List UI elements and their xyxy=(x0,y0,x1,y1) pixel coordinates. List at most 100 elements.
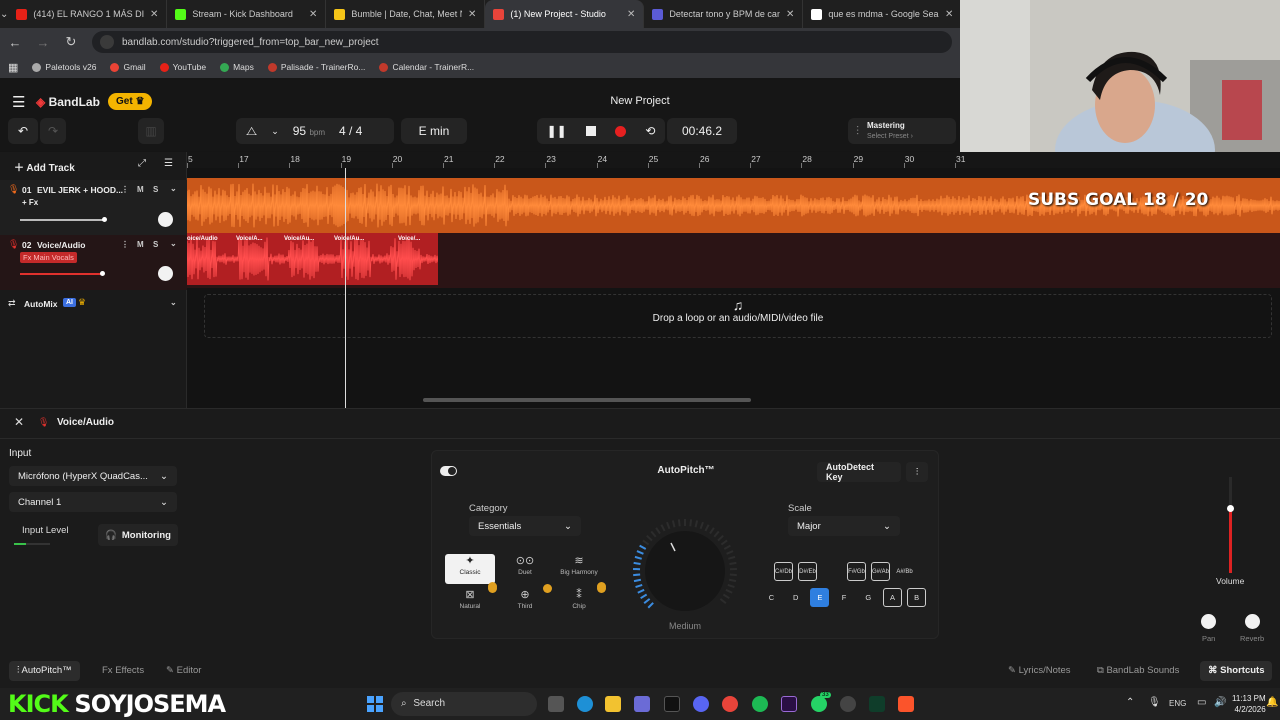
pan-knob[interactable] xyxy=(1201,614,1216,629)
scale-select[interactable]: Major ⌄ xyxy=(788,516,900,536)
spotify-icon[interactable] xyxy=(752,696,768,712)
stop-icon[interactable] xyxy=(585,126,596,136)
bookmark-maps[interactable]: Maps xyxy=(220,62,254,72)
notification-bell-icon[interactable]: 🔔 xyxy=(1266,697,1278,708)
browser-tab[interactable]: Detectar tono y BPM de canción ✕ xyxy=(644,0,804,28)
keyboard-button[interactable]: ▥ xyxy=(138,118,164,144)
close-tab-icon[interactable]: ✕ xyxy=(150,9,158,20)
monitoring-button[interactable]: 🎧 Monitoring xyxy=(98,524,178,546)
key-e[interactable]: E xyxy=(810,588,830,607)
solo-button[interactable]: S xyxy=(153,185,158,194)
redo-button[interactable]: ↷ xyxy=(40,118,66,144)
clip-label[interactable]: Voice/Au... xyxy=(334,236,364,242)
category-select[interactable]: Essentials ⌄ xyxy=(469,516,581,536)
clip-label[interactable]: Voice/Au... xyxy=(284,236,314,242)
expand-icon[interactable]: ⌄ xyxy=(170,184,177,193)
add-track-button[interactable]: ＋ Add Track xyxy=(14,159,75,174)
reload-icon[interactable]: ↻ xyxy=(64,34,78,50)
track-header-1[interactable]: 🎙 01 EVIL JERK + HOOD... ⋮ M S ⌄ + Fx xyxy=(0,180,187,235)
fx-chain-badge[interactable]: Fx Main Vocals xyxy=(20,252,77,263)
mode-third[interactable]: ⊕ Third xyxy=(500,588,550,618)
key-a[interactable]: A xyxy=(883,588,902,607)
obs-icon[interactable] xyxy=(840,696,856,712)
key-g[interactable]: G xyxy=(859,588,878,607)
amount-knob[interactable] xyxy=(629,515,741,627)
volume-slider[interactable] xyxy=(20,217,107,222)
hamburger-menu-icon[interactable]: ☰ xyxy=(12,93,25,111)
plugin-settings-button[interactable]: ⫶ xyxy=(906,462,928,482)
pause-icon[interactable]: ❚❚ xyxy=(547,124,567,138)
pan-knob[interactable] xyxy=(158,212,173,227)
mode-chip[interactable]: ⁑ Chip xyxy=(554,588,604,618)
track-name[interactable]: Voice/Audio xyxy=(37,240,86,250)
expand-icon[interactable]: ⌄ xyxy=(170,298,177,307)
language-indicator[interactable]: ENG xyxy=(1169,699,1186,708)
tray-chevron-icon[interactable]: ⌃ xyxy=(1126,697,1134,708)
site-info-icon[interactable] xyxy=(100,35,114,49)
mode-duet[interactable]: ⊙⊙ Duet xyxy=(500,554,550,584)
bandlab-sounds-button[interactable]: ⧉ BandLab Sounds xyxy=(1097,661,1179,681)
record-icon[interactable] xyxy=(615,125,627,137)
clip-label[interactable]: Voice/A... xyxy=(236,236,263,242)
automix-row[interactable]: ⇄ AutoMix AI ♛ ⌄ xyxy=(0,290,187,318)
track-menu-icon[interactable]: ⋮ xyxy=(121,240,129,249)
reverb-knob[interactable] xyxy=(1245,614,1260,629)
input-device-select[interactable]: Micrófono (HyperX QuadCas... ⌄ xyxy=(9,466,177,486)
fx-button[interactable]: + Fx xyxy=(22,198,38,207)
key-f#gb[interactable]: F#/Gb xyxy=(847,562,866,581)
key-g#ab[interactable]: G#/Ab xyxy=(871,562,890,581)
expand-icon[interactable]: ⌄ xyxy=(170,239,177,248)
mastering-button[interactable]: ⫶ Mastering Select Preset › xyxy=(848,118,956,144)
bookmark-youtube[interactable]: YouTube xyxy=(159,62,206,72)
bookmark-calendar[interactable]: Calendar - TrainerR... xyxy=(379,62,474,72)
close-panel-icon[interactable]: ✕ xyxy=(14,415,24,429)
mode-big-harmony[interactable]: ≋ Big Harmony xyxy=(554,554,604,584)
loop-icon[interactable]: ⟲ xyxy=(645,124,655,138)
track-menu-icon[interactable]: ⋮ xyxy=(121,185,129,194)
key-button[interactable]: E min xyxy=(401,118,467,144)
browser-tab[interactable]: (1) New Project - Studio ✕ xyxy=(485,0,645,28)
get-button[interactable]: Get ♛ xyxy=(108,93,153,110)
clock[interactable]: 11:13 PM 4/2/2026 xyxy=(1232,693,1266,715)
key-d[interactable]: D xyxy=(786,588,805,607)
key-b[interactable]: B xyxy=(907,588,927,607)
pan-knob[interactable] xyxy=(158,266,173,281)
undo-button[interactable]: ↶ xyxy=(8,118,38,144)
key-f[interactable]: F xyxy=(835,588,854,607)
clip-label[interactable]: Voice/... xyxy=(398,236,420,242)
metronome-icon[interactable]: ⧍ xyxy=(246,124,257,139)
key-d#eb[interactable]: D#/Eb xyxy=(798,562,817,581)
mode-natural[interactable]: ⊠ Natural xyxy=(445,588,495,618)
whatsapp-icon[interactable] xyxy=(811,696,827,712)
time-display[interactable]: 00:46.2 xyxy=(667,118,737,144)
app-icon[interactable] xyxy=(869,696,885,712)
channel-select[interactable]: Channel 1 ⌄ xyxy=(9,492,177,512)
apps-grid-icon[interactable]: ▦ xyxy=(8,61,18,74)
browser-tab[interactable]: Bumble | Date, Chat, Meet New ✕ xyxy=(326,0,486,28)
bookmark-paletools[interactable]: Paletools v26 xyxy=(32,62,96,72)
close-tab-icon[interactable]: ✕ xyxy=(786,9,794,20)
playhead[interactable] xyxy=(345,168,346,408)
browser-tab[interactable]: Stream - Kick Dashboard ✕ xyxy=(167,0,327,28)
project-title[interactable]: New Project xyxy=(580,95,700,107)
key-c#db[interactable]: C#/Db xyxy=(774,562,793,581)
mute-button[interactable]: M xyxy=(137,240,144,249)
store-icon[interactable] xyxy=(634,696,650,712)
taskbar-search[interactable]: ⌕ Search xyxy=(391,692,537,716)
file-explorer-icon[interactable] xyxy=(605,696,621,712)
tab-editor[interactable]: ✎ Editor xyxy=(166,661,201,681)
close-tab-icon[interactable]: ✕ xyxy=(627,9,635,20)
brave-icon[interactable] xyxy=(898,696,914,712)
chrome-icon[interactable] xyxy=(722,696,738,712)
discord-icon[interactable] xyxy=(693,696,709,712)
automation-icon[interactable]: ⤢ xyxy=(138,158,146,169)
shortcuts-button[interactable]: ⌘ Shortcuts xyxy=(1200,661,1273,681)
drop-zone[interactable]: ♫ Drop a loop or an audio/MIDI/video fil… xyxy=(204,294,1272,338)
key-a#bb[interactable]: A#/Bb xyxy=(895,562,914,581)
bandlab-logo[interactable]: ◈ BandLab xyxy=(36,95,100,109)
clip-label[interactable]: oice/Audio xyxy=(187,236,218,242)
tiktok-icon[interactable] xyxy=(664,696,680,712)
mute-button[interactable]: M xyxy=(137,185,144,194)
network-icon[interactable]: ▭ xyxy=(1197,697,1206,708)
url-field[interactable]: bandlab.com/studio?triggered_from=top_ba… xyxy=(92,31,952,53)
